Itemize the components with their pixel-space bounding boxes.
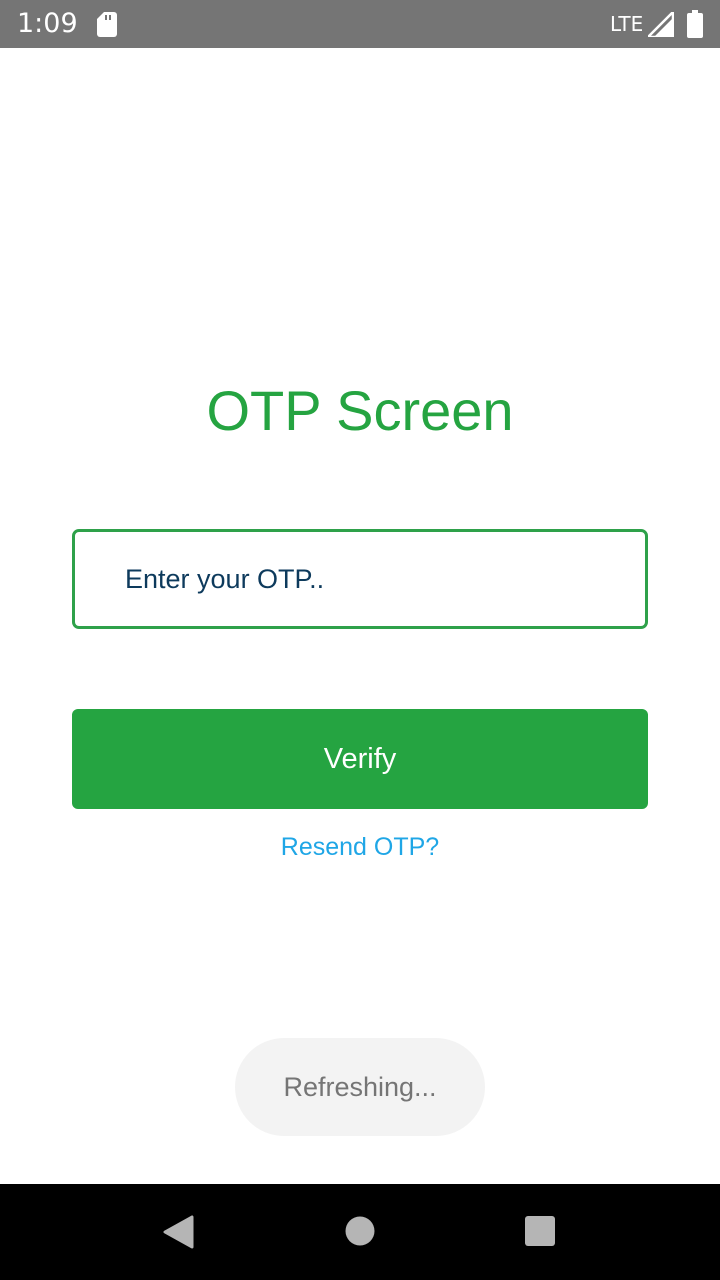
verify-button[interactable]: Verify bbox=[72, 709, 648, 809]
resend-otp-link[interactable]: Resend OTP? bbox=[0, 830, 720, 864]
battery-icon bbox=[687, 10, 703, 38]
toast-message: Refreshing... bbox=[235, 1038, 485, 1136]
back-icon[interactable] bbox=[162, 1215, 194, 1249]
sd-card-icon bbox=[97, 12, 117, 37]
otp-input[interactable] bbox=[72, 529, 648, 629]
home-icon[interactable] bbox=[344, 1215, 376, 1247]
recents-icon[interactable] bbox=[525, 1216, 555, 1246]
navigation-bar bbox=[0, 1184, 720, 1280]
network-type-label: LTE bbox=[610, 12, 644, 36]
status-time: 1:09 bbox=[17, 8, 78, 39]
page-title: OTP Screen bbox=[206, 379, 514, 442]
status-bar: 1:09 LTE bbox=[0, 0, 720, 48]
signal-icon bbox=[648, 12, 674, 37]
